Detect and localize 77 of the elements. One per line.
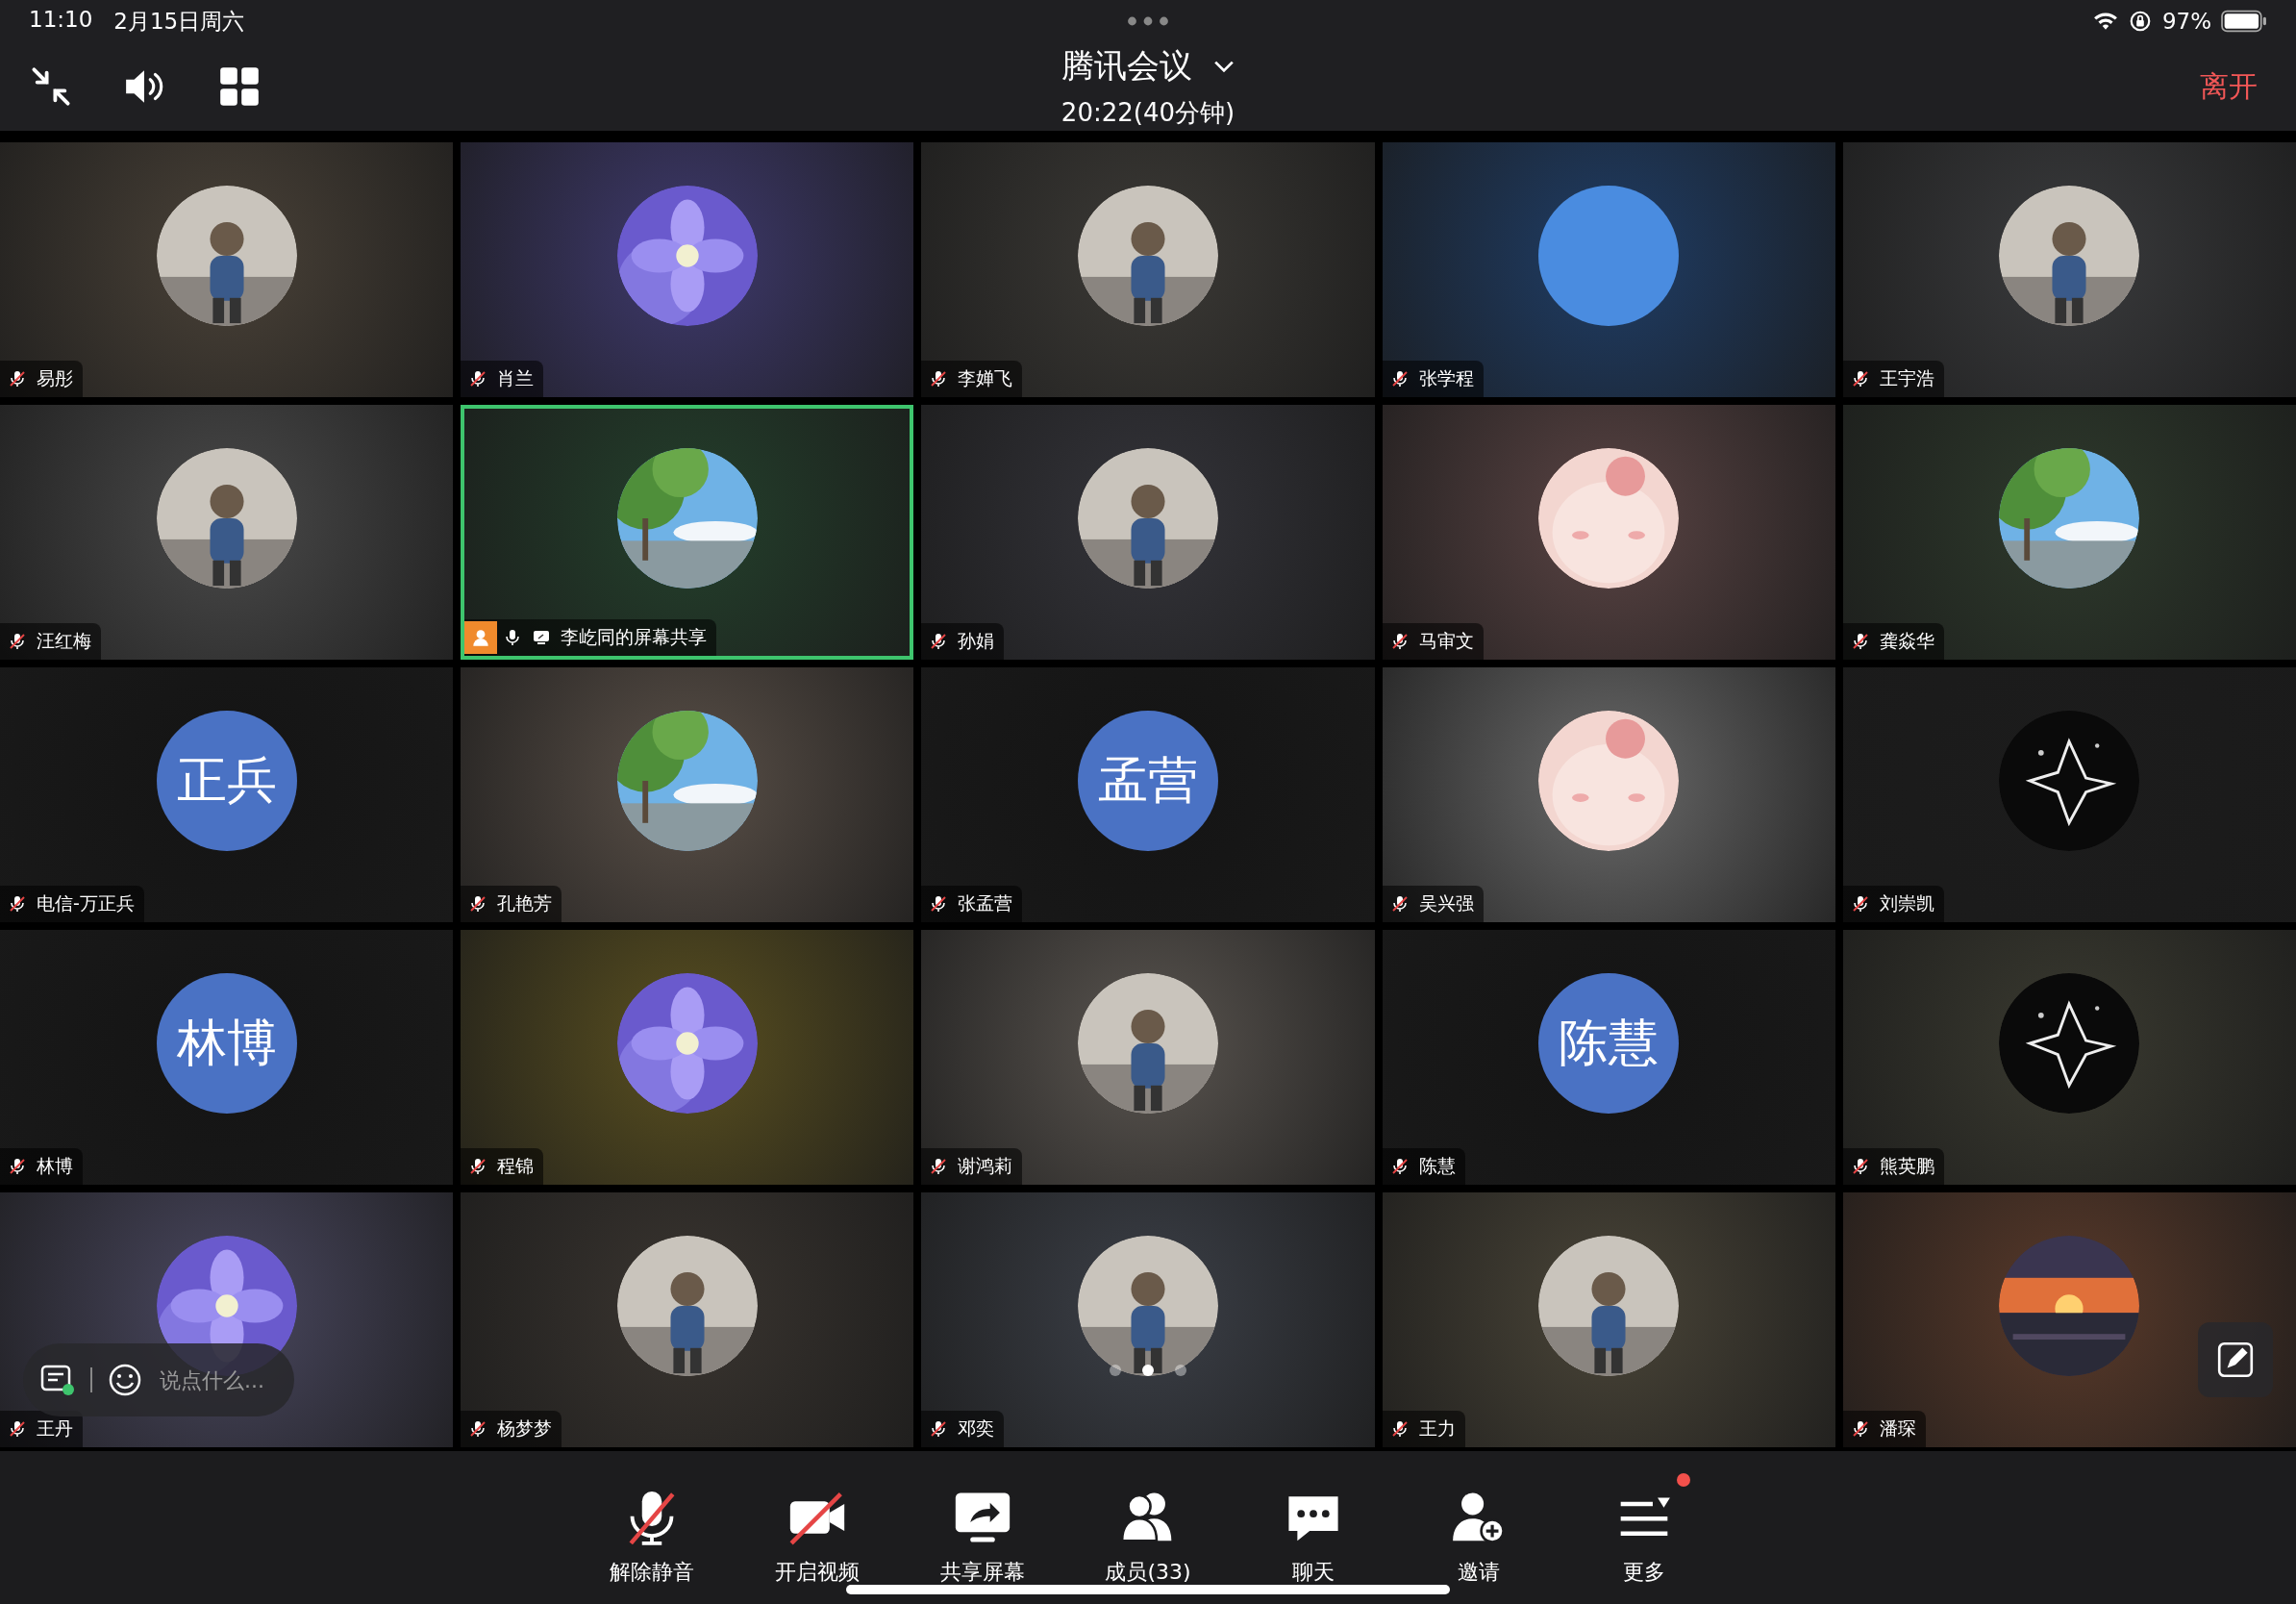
participant-name: 程锦 xyxy=(497,1154,535,1178)
participant-tile[interactable]: 肖兰 xyxy=(461,142,914,397)
participant-tile[interactable]: 孙娟 xyxy=(921,405,1375,660)
avatar-initials: 陈慧 xyxy=(1538,972,1680,1114)
participant-name: 陈慧 xyxy=(1418,1154,1456,1178)
status-time: 11:10 xyxy=(29,6,93,34)
toolbar-button[interactable]: 更多 xyxy=(1590,1472,1698,1587)
participant-name: 潘琛 xyxy=(1879,1416,1916,1441)
participant-name: 电信-万正兵 xyxy=(37,891,135,915)
participant-name: 谢鸿莉 xyxy=(958,1154,1013,1178)
participant-tile[interactable]: 马审文 xyxy=(1382,405,1835,660)
avatar-initials: 林博 xyxy=(156,972,297,1114)
grid-view-icon[interactable] xyxy=(217,65,262,108)
participant-name: 汪红梅 xyxy=(37,629,91,653)
participant-tile[interactable]: 熊英鹏 xyxy=(1842,930,2296,1185)
participant-name: 孔艳芳 xyxy=(497,891,553,915)
participant-tile[interactable]: 林博 林博 xyxy=(0,930,454,1185)
participant-tile[interactable]: 杨梦梦 xyxy=(461,1192,914,1447)
toolbar-button[interactable]: 聊天 xyxy=(1260,1472,1367,1587)
participant-name: 龚焱华 xyxy=(1879,629,1934,653)
participant-name: 王力 xyxy=(1418,1416,1456,1441)
participant-tile[interactable]: 李婵飞 xyxy=(921,142,1375,397)
participant-name: 王丹 xyxy=(37,1416,73,1441)
page-dot[interactable] xyxy=(1110,1365,1121,1376)
multitasking-icon[interactable] xyxy=(1127,15,1169,27)
participant-tile[interactable]: 陈慧 陈慧 xyxy=(1382,930,1835,1185)
meeting-duration: 20:22(40分钟) xyxy=(1061,96,1235,129)
participant-tile[interactable]: 孟营 张孟营 xyxy=(921,667,1375,922)
page-dot[interactable] xyxy=(1175,1365,1186,1376)
participant-tile[interactable]: 李屹同的屏幕共享 xyxy=(461,405,914,660)
toolbar-button[interactable]: 邀请 xyxy=(1425,1472,1533,1587)
participant-tile[interactable]: 谢鸿莉 xyxy=(921,930,1375,1185)
participant-name: 林博 xyxy=(37,1154,73,1178)
participant-tile[interactable]: 龚焱华 xyxy=(1842,405,2296,660)
participant-name: 杨梦梦 xyxy=(497,1416,553,1441)
status-date: 2月15日周六 xyxy=(113,7,245,36)
chat-input-field[interactable]: 说点什么... xyxy=(158,1366,277,1393)
participant-name: 易彤 xyxy=(37,366,73,390)
participant-tile[interactable]: 程锦 xyxy=(461,930,914,1185)
meeting-title[interactable]: 腾讯会议 xyxy=(1061,43,1192,88)
participant-tile[interactable]: 王宇浩 xyxy=(1842,142,2296,397)
participant-tile[interactable]: 正兵 电信-万正兵 xyxy=(0,667,454,922)
participant-tile[interactable]: 吴兴强 xyxy=(1382,667,1835,922)
participant-tile[interactable]: 刘崇凯 xyxy=(1842,667,2296,922)
participant-name: 吴兴强 xyxy=(1418,891,1474,915)
participant-tile[interactable]: 张学程 xyxy=(1382,142,1835,397)
toolbar-button[interactable]: 成员(33) xyxy=(1094,1472,1202,1587)
participant-name: 肖兰 xyxy=(497,366,535,390)
annotate-button[interactable] xyxy=(2198,1322,2273,1397)
chevron-down-icon[interactable] xyxy=(1213,59,1235,73)
battery-percent: 97% xyxy=(2161,9,2211,34)
participant-tile[interactable]: 孔艳芳 xyxy=(461,667,914,922)
participant-name: 熊英鹏 xyxy=(1879,1154,1934,1178)
participant-name: 李屹同的屏幕共享 xyxy=(561,625,708,649)
participant-name: 张学程 xyxy=(1418,366,1474,390)
avatar-initials: 正兵 xyxy=(156,710,297,851)
participant-name: 孙娟 xyxy=(958,629,995,653)
minimize-icon[interactable] xyxy=(29,65,73,108)
toolbar-button[interactable]: 解除静音 xyxy=(598,1472,706,1587)
pencil-icon xyxy=(2215,1340,2256,1380)
participant-tile[interactable]: 汪红梅 xyxy=(0,405,454,660)
participant-tile[interactable]: 王力 xyxy=(1382,1192,1835,1447)
participant-name: 王宇浩 xyxy=(1879,366,1934,390)
participant-name: 李婵飞 xyxy=(958,366,1013,390)
participant-name: 邓奕 xyxy=(958,1416,995,1441)
toolbar-button[interactable]: 共享屏幕 xyxy=(929,1472,1036,1587)
participant-tile[interactable]: 易彤 xyxy=(0,142,454,397)
avatar-initials: 孟营 xyxy=(1078,710,1218,851)
participant-name: 张孟营 xyxy=(958,891,1013,915)
toolbar-button[interactable]: 开启视频 xyxy=(763,1472,871,1587)
battery-icon xyxy=(2221,10,2267,33)
participant-tile[interactable]: 邓奕 xyxy=(921,1192,1375,1447)
leave-button[interactable]: 离开 xyxy=(2190,61,2267,113)
participant-name: 刘崇凯 xyxy=(1879,891,1934,915)
participant-tile[interactable]: 潘琛 xyxy=(1842,1192,2296,1447)
screen-share-icon xyxy=(532,628,552,647)
participant-name: 马审文 xyxy=(1418,629,1474,653)
